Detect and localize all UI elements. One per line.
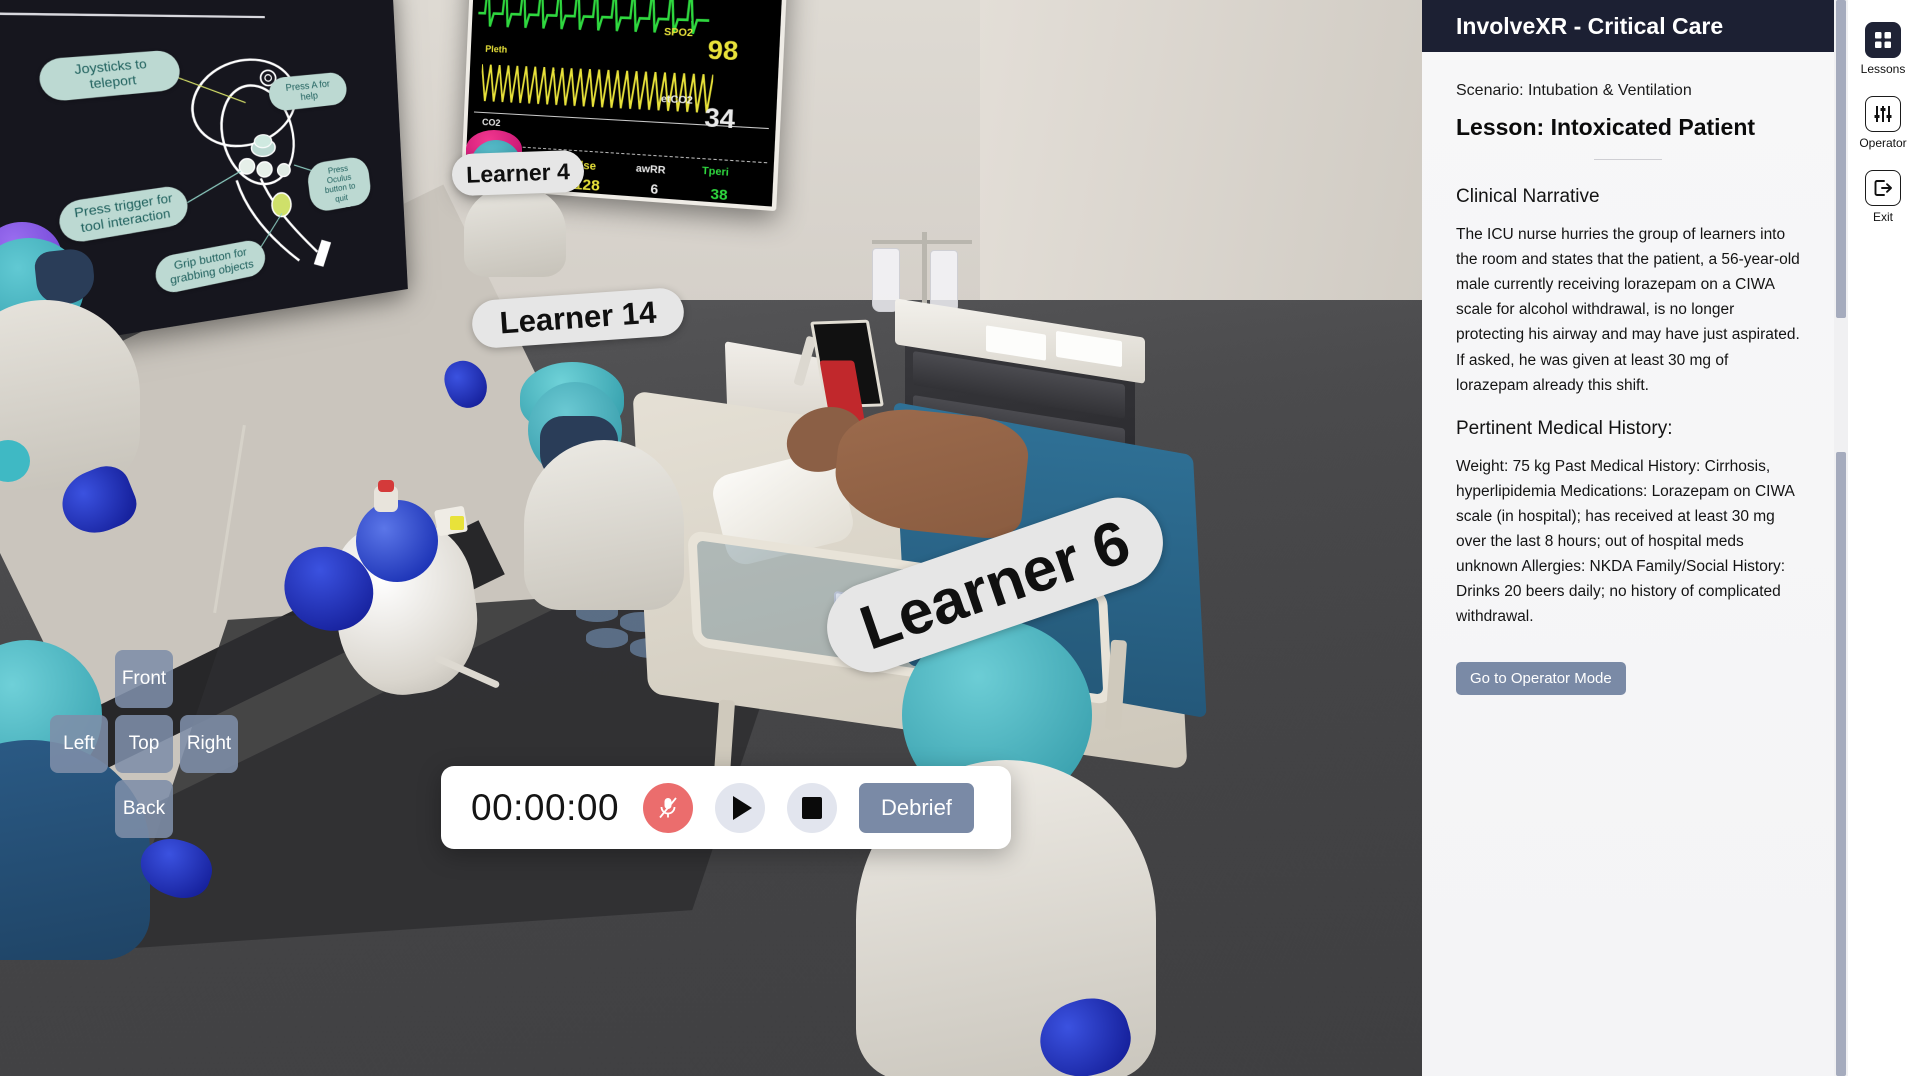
app-nav-rail: Lessons Operator Exit	[1848, 0, 1918, 1076]
grid-icon	[1864, 22, 1901, 58]
monitor-awrr-label: awRR	[635, 163, 666, 177]
lesson-info-panel: InvolveXR - Critical Care Scenario: Intu…	[1422, 0, 1834, 1076]
bvm-red-indicator	[378, 480, 394, 492]
play-icon	[732, 795, 752, 820]
rail-item-operator[interactable]: Operator	[1859, 96, 1907, 166]
ecg-waveform-icon	[477, 0, 712, 47]
monitor-waveform-label: Pleth	[485, 43, 508, 55]
syringe-plunger	[450, 516, 464, 530]
panel-body[interactable]: Scenario: Intubation & Ventilation Lesso…	[1422, 52, 1834, 1076]
stop-icon	[802, 796, 822, 819]
rail-label-lessons: Lessons	[1860, 62, 1906, 76]
stop-button[interactable]	[787, 782, 837, 833]
monitor-tperi-value: 38	[710, 185, 729, 204]
play-button[interactable]	[715, 782, 765, 833]
pleth-waveform-icon	[480, 59, 713, 117]
panel-scrollbar-thumb[interactable]	[1836, 0, 1846, 318]
view-top-button[interactable]: Top	[115, 715, 173, 773]
monitor-hr-value: 80	[710, 0, 742, 2]
panel-header: InvolveXR - Critical Care	[1422, 0, 1834, 52]
view-left-button[interactable]: Left	[50, 715, 108, 773]
microphone-mute-button[interactable]	[643, 782, 693, 833]
vr-scene-viewport[interactable]: basics: t location t tool nt	[0, 0, 1422, 1076]
monitor-tperi-label: Tperi	[701, 165, 730, 179]
monitor-spo2-value: 98	[706, 35, 740, 67]
monitor-etco2-value: 34	[703, 102, 736, 135]
monitor-spo2-label: SPO2	[663, 26, 694, 40]
clinical-narrative-text: The ICU nurse hurries the group of learn…	[1456, 226, 1800, 394]
nametag-learner-4: Learner 4	[451, 149, 585, 197]
floor-footprint-marker	[586, 628, 628, 648]
view-front-button[interactable]: Front	[115, 650, 173, 708]
exit-icon	[1865, 170, 1901, 206]
monitor-awrr-value: 6	[650, 180, 659, 198]
clinical-narrative-heading: Clinical Narrative	[1456, 186, 1600, 207]
session-control-bar: 00:00:00 Debrief	[441, 766, 1011, 849]
monitor-etco2-label: etCO2	[660, 93, 694, 107]
rail-item-exit[interactable]: Exit	[1865, 170, 1901, 240]
lesson-title: Lesson: Intoxicated Patient	[1456, 114, 1756, 140]
debrief-button[interactable]: Debrief	[859, 782, 974, 833]
monitor-waveform-label: CO2	[481, 116, 501, 128]
medical-history-text: Weight: 75 kg Past Medical History: Cirr…	[1456, 457, 1795, 626]
session-timer: 00:00:00	[471, 786, 620, 828]
camera-view-pad: Front Left Top Right Back	[50, 650, 290, 860]
rail-label-operator: Operator	[1859, 136, 1907, 150]
panel-scrollbar-thumb-lower[interactable]	[1836, 452, 1846, 1076]
avatar-body	[524, 440, 684, 610]
view-right-button[interactable]: Right	[180, 715, 238, 773]
go-to-operator-mode-button[interactable]: Go to Operator Mode	[1456, 661, 1626, 695]
vr-simulation-app: basics: t location t tool nt	[0, 0, 1918, 1076]
avatar-body	[464, 185, 566, 277]
microphone-muted-icon	[659, 796, 677, 818]
poster-rule	[0, 10, 265, 19]
rail-label-exit: Exit	[1872, 210, 1893, 224]
sliders-icon	[1864, 96, 1901, 132]
scenario-label: Scenario: Intubation & Ventilation	[1456, 82, 1692, 99]
rail-item-lessons[interactable]: Lessons	[1860, 22, 1906, 92]
medical-history-heading: Pertinent Medical History:	[1456, 417, 1673, 439]
section-divider	[1594, 159, 1662, 160]
view-back-button[interactable]: Back	[115, 780, 173, 838]
